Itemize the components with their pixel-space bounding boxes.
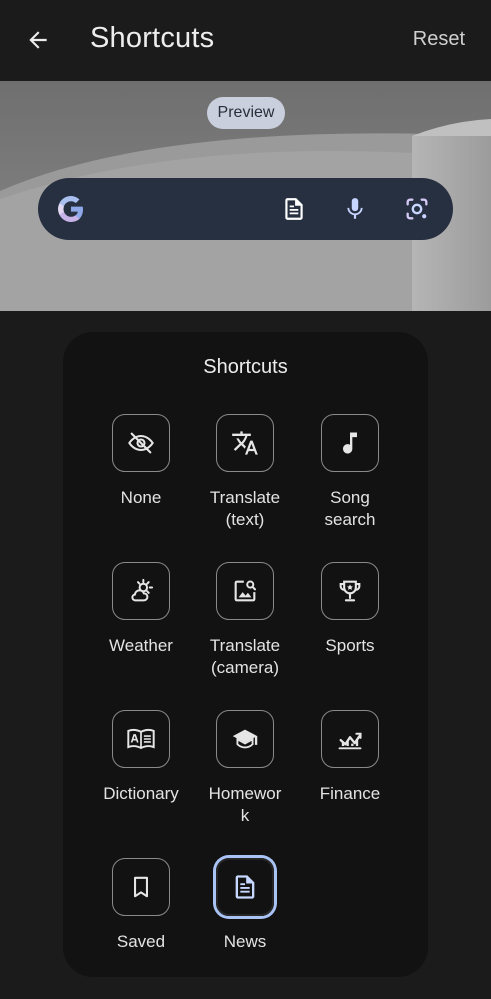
shortcut-saved[interactable]: Saved (89, 858, 193, 953)
shortcuts-panel: Shortcuts None Translate (text) Song sea… (63, 332, 428, 977)
app-bar: Shortcuts Reset (0, 0, 491, 80)
dictionary-icon (127, 729, 155, 750)
shortcut-icon-box (216, 858, 274, 916)
google-lens-icon[interactable] (403, 195, 431, 223)
microphone-icon[interactable] (341, 195, 369, 223)
shortcut-icon-box (321, 710, 379, 768)
shortcut-label: Translate (text) (209, 488, 281, 529)
shortcut-icon-box (112, 562, 170, 620)
news-shortcut-icon[interactable] (280, 195, 308, 223)
shortcut-label: Saved (116, 932, 166, 951)
shortcut-label: News (223, 932, 267, 951)
shortcut-label: Homewor k (208, 784, 282, 825)
shortcut-icon-box (216, 710, 274, 768)
shortcut-icon-box (112, 858, 170, 916)
shortcut-label: Translate (camera) (209, 636, 281, 677)
weather-icon (131, 578, 154, 602)
page-title: Shortcuts (90, 22, 215, 54)
news-article-icon (235, 875, 255, 899)
shortcut-dictionary[interactable]: Dictionary (89, 710, 193, 805)
search-widget[interactable] (38, 178, 453, 240)
shortcut-label: Finance (319, 784, 381, 803)
music-note-icon (343, 432, 357, 454)
shortcut-weather[interactable]: Weather (89, 562, 193, 657)
shortcut-label: None (120, 488, 162, 507)
shortcut-label: Dictionary (103, 784, 179, 803)
shortcut-homework[interactable]: Homewor k (193, 710, 297, 827)
shortcut-icon-box (321, 562, 379, 620)
shortcut-news[interactable]: News (193, 858, 297, 953)
trophy-icon (339, 580, 361, 602)
panel-title: Shortcuts (203, 356, 288, 378)
translate-icon (232, 431, 258, 455)
shortcut-finance[interactable]: Finance (298, 710, 402, 805)
shortcut-label: Sports (325, 636, 375, 655)
eye-off-icon (128, 432, 154, 454)
shortcut-icon-box (112, 710, 170, 768)
shortcut-song-search[interactable]: Song search (298, 414, 402, 531)
shortcut-none[interactable]: None (89, 414, 193, 509)
shortcut-label: Weather (109, 636, 173, 655)
google-g-icon (58, 196, 83, 222)
shortcut-translate-text[interactable]: Translate (text) (193, 414, 297, 531)
graduation-cap-icon (232, 729, 258, 749)
shortcut-translate-camera[interactable]: Translate (camera) (193, 562, 297, 679)
image-search-icon (234, 580, 257, 602)
finance-chart-icon (338, 732, 362, 750)
bookmark-icon (134, 876, 148, 898)
shortcut-icon-box (321, 414, 379, 472)
preview-label-pill: Preview (207, 97, 285, 129)
shortcut-icon-box (216, 414, 274, 472)
reset-button[interactable]: Reset (413, 28, 465, 51)
back-button[interactable] (18, 20, 58, 60)
shortcut-sports[interactable]: Sports (298, 562, 402, 657)
shortcut-icon-box (112, 414, 170, 472)
shortcut-label: Song search (324, 488, 376, 529)
arrow-back-icon (29, 31, 47, 49)
widget-preview: Preview (0, 81, 491, 311)
shortcut-icon-box (216, 562, 274, 620)
